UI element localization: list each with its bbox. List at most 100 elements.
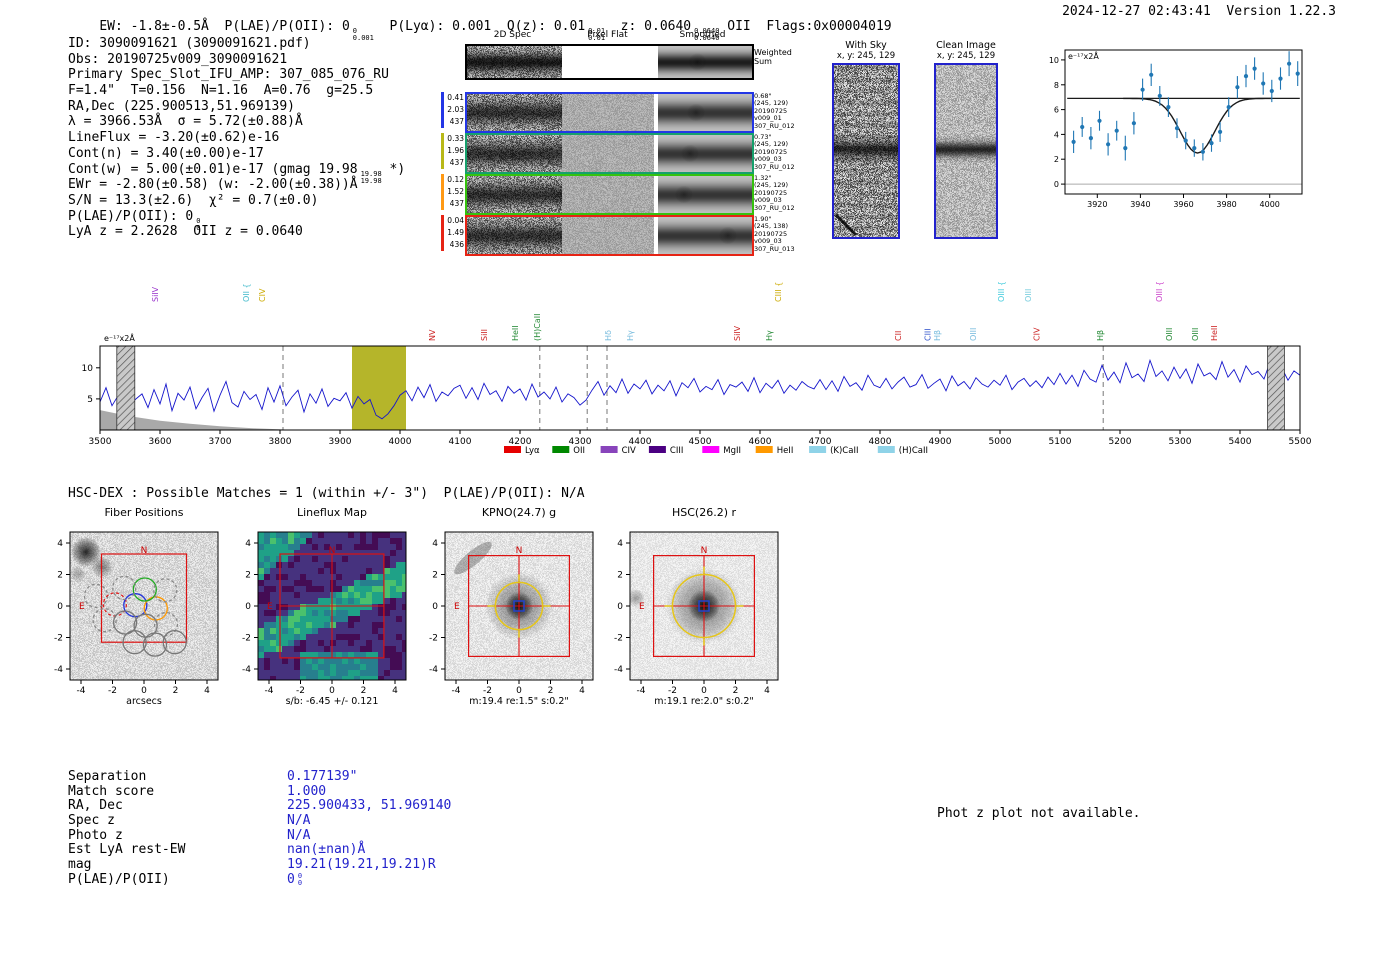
clean-image-xy: x, y: 245, 129 bbox=[936, 51, 996, 61]
panel-title: HSC(26.2) r bbox=[671, 506, 737, 519]
info-line: RA,Dec (225.900513,51.969139) bbox=[68, 98, 295, 114]
match-row-label: Separation bbox=[68, 769, 147, 784]
info-line: F=1.4" T=0.156 N=1.16 A=0.76 g=25.5 bbox=[68, 83, 374, 99]
fiber-annotation: 1.32" (245, 129) 20190725 v009_03 307_RU_012 bbox=[754, 174, 795, 212]
catalog-match-table: Separation 0.177139" Match score 1.000 RA, D… bbox=[68, 769, 452, 888]
svg-text:E: E bbox=[639, 602, 645, 612]
svg-text:E: E bbox=[454, 602, 460, 612]
line-fit-plot: 3920 3940 3960 3980 4000 0 2 4 6 8 10 e⁻¹⁷x2Å bbox=[1035, 42, 1310, 216]
svg-text:-2: -2 bbox=[108, 686, 117, 696]
2d-spec-row bbox=[465, 174, 754, 215]
svg-text:CIV: CIV bbox=[258, 288, 267, 302]
svg-text:-4: -4 bbox=[614, 665, 623, 675]
panel-xlabel: m:19.1 re:2.0" s:0.2" bbox=[654, 696, 754, 707]
svg-text:3980: 3980 bbox=[1216, 200, 1236, 209]
timestamp-version: 2024-12-27 02:43:41 Version 1.22.3 bbox=[1062, 4, 1336, 19]
svg-text:3700: 3700 bbox=[209, 437, 232, 447]
svg-text:4: 4 bbox=[204, 686, 210, 696]
svg-text:-4: -4 bbox=[265, 686, 274, 696]
svg-text:MgII: MgII bbox=[723, 446, 741, 456]
svg-text:0: 0 bbox=[1054, 180, 1059, 189]
panel-axes-overlay: -4 -4 -2 -2 0 0 2 2 4 4 N E bbox=[590, 522, 800, 706]
match-row-label: mag bbox=[68, 857, 92, 873]
info-line: S/N = 13.3(±2.6) χ² = 0.7(±0.0) bbox=[68, 192, 319, 208]
svg-text:N: N bbox=[701, 546, 708, 556]
svg-text:(H)CaII: (H)CaII bbox=[899, 446, 928, 456]
match-row-value: 225.900433, 51.969140 bbox=[287, 798, 452, 814]
fiber-weight-labels: 0.41 2.03 437 bbox=[441, 92, 464, 128]
info-line: EWr = -2.80(±0.58) (w: -2.00(±0.38))Å bbox=[68, 177, 358, 193]
svg-text:2: 2 bbox=[245, 571, 251, 581]
match-row-value: 1.000 bbox=[287, 783, 327, 799]
svg-text:Hγ: Hγ bbox=[626, 330, 635, 341]
svg-text:4000: 4000 bbox=[389, 437, 412, 447]
elixer-report-page: EW: -1.8±-0.5Å P(LAE)/P(OII): 0 0 0.001 P(… bbox=[0, 0, 1400, 953]
svg-text:Hβ: Hβ bbox=[933, 330, 942, 341]
match-row: Match score 1.000 bbox=[68, 783, 451, 800]
2d-spec-row bbox=[465, 44, 754, 80]
2d-spec-row bbox=[465, 92, 754, 133]
svg-text:OIII: OIII bbox=[1165, 328, 1174, 341]
svg-text:OIII: OIII bbox=[969, 328, 978, 341]
phot-z-note: Phot z plot not available. bbox=[937, 806, 1141, 821]
match-row-value: 0.177139" bbox=[287, 769, 358, 784]
info-line: Primary Spec_Slot_IFU_AMP: 307_085_076_R… bbox=[68, 67, 389, 83]
panel-axes-overlay: -4 -4 -2 -2 0 0 2 2 4 4 N E bbox=[405, 522, 615, 706]
svg-text:-2: -2 bbox=[296, 686, 305, 696]
match-row-label: Spec z bbox=[68, 813, 115, 829]
svg-text:5300: 5300 bbox=[1169, 437, 1192, 447]
svg-text:N: N bbox=[516, 546, 523, 556]
svg-text:4900: 4900 bbox=[929, 437, 952, 447]
panel-title: Fiber Positions bbox=[104, 506, 184, 519]
svg-text:Hδ: Hδ bbox=[604, 330, 613, 341]
svg-text:OIII {: OIII { bbox=[997, 281, 1006, 302]
fiber-annotation: 1.90" (245, 138) 20190725 v009_03 307_RU_013 bbox=[754, 215, 795, 253]
svg-text:0: 0 bbox=[245, 602, 251, 612]
svg-text:CIII: CIII bbox=[923, 328, 932, 341]
svg-text:2: 2 bbox=[1054, 155, 1059, 164]
svg-text:10: 10 bbox=[82, 364, 94, 374]
svg-text:-4: -4 bbox=[77, 686, 86, 696]
info-line: λ = 3966.53Å σ = 5.72(±0.88)Å bbox=[68, 114, 303, 130]
svg-text:SiIV: SiIV bbox=[151, 286, 160, 302]
match-row: P(LAE)/P(OII) 0 0 0 bbox=[68, 871, 451, 888]
svg-text:N: N bbox=[329, 546, 336, 556]
svg-text:-4: -4 bbox=[242, 665, 251, 675]
svg-text:3960: 3960 bbox=[1173, 200, 1193, 209]
col-header-2d-spec: 2D Spec bbox=[493, 30, 532, 40]
info-line: LineFlux = -3.20(±0.62)e-16 bbox=[68, 130, 280, 146]
svg-text:2: 2 bbox=[361, 686, 367, 696]
2d-spec-row-image bbox=[467, 46, 752, 78]
svg-text:(H)CaII: (H)CaII bbox=[533, 314, 542, 341]
source-summary-block: ID: 3090091621 (3090091621.pdf) Obs: 2019… bbox=[68, 36, 405, 240]
full-spectrum-plot: 3500 3600 3700 3800 3900 4000 4100 4200 4300 4400… bbox=[60, 256, 1350, 468]
svg-text:CIII {: CIII { bbox=[774, 282, 783, 302]
svg-text:4: 4 bbox=[579, 686, 585, 696]
svg-text:5000: 5000 bbox=[989, 437, 1012, 447]
info-line: ID: 3090091621 (3090091621.pdf) bbox=[68, 36, 311, 51]
svg-text:5: 5 bbox=[87, 395, 93, 405]
match-row-label: Match score bbox=[68, 783, 155, 799]
panel-fiber-positions: Fiber Positions -4 -4 -2 -2 0 0 2 2 4 4 N Earcsecs bbox=[30, 506, 240, 718]
match-row-label: Photo z bbox=[68, 827, 123, 843]
svg-text:HeII: HeII bbox=[511, 325, 520, 341]
fiber-annotation: 0.68" (245, 129) 20190725 v009_01 307_RU_012 bbox=[754, 92, 795, 130]
panel-hsc-26-2-r: HSC(26.2) r -4 -4 -2 -2 0 0 2 2 4 4 N Em:19.1 re:2.0… bbox=[590, 506, 800, 718]
svg-text:CIII: CIII bbox=[670, 446, 683, 456]
fiber-annotation: 0.73" (245, 129) 20190725 v009_03 307_RU_012 bbox=[754, 133, 795, 171]
svg-text:-2: -2 bbox=[429, 634, 438, 644]
svg-text:4000: 4000 bbox=[1260, 200, 1280, 209]
2d-spec-row bbox=[465, 133, 754, 174]
with-sky-image bbox=[834, 65, 898, 237]
svg-text:-2: -2 bbox=[54, 634, 63, 644]
svg-text:OII {: OII { bbox=[242, 283, 251, 302]
svg-text:Hγ: Hγ bbox=[765, 330, 774, 341]
svg-text:0: 0 bbox=[57, 602, 63, 612]
match-row-value: 0 bbox=[287, 871, 295, 887]
fiber-weight-labels: 0.33 1.96 437 bbox=[441, 133, 464, 169]
col-header-smoothed: Smoothed bbox=[679, 30, 726, 40]
with-sky-title: With Sky bbox=[845, 40, 887, 51]
svg-text:NV: NV bbox=[428, 329, 437, 341]
svg-text:3800: 3800 bbox=[269, 437, 292, 447]
svg-text:5500: 5500 bbox=[1289, 437, 1312, 447]
